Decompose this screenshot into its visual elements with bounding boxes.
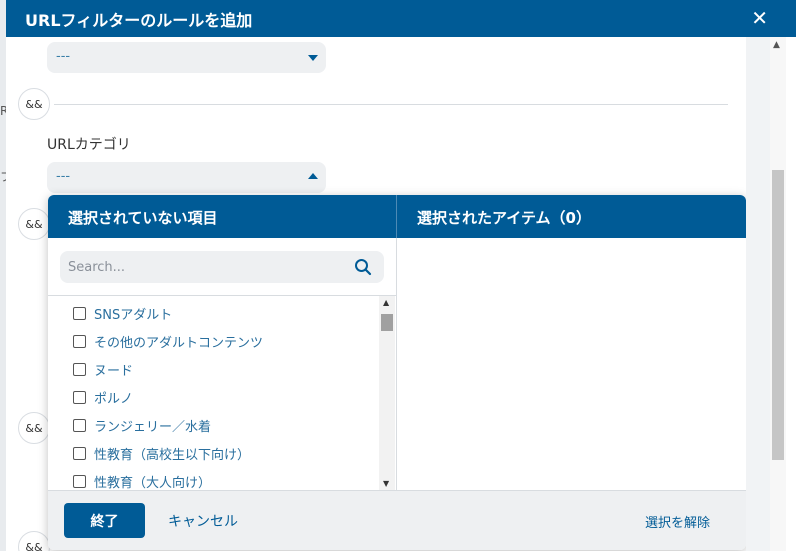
close-icon[interactable]: ✕	[751, 6, 768, 30]
scroll-thumb[interactable]	[772, 170, 784, 460]
list-item[interactable]: その他のアダルトコンテンツ	[73, 329, 263, 353]
picker-header: 選択されていない項目 選択されたアイテム（0）	[48, 195, 746, 238]
done-button[interactable]: 終了	[64, 503, 145, 538]
scroll-thumb[interactable]	[381, 314, 393, 331]
item-label: 性教育（高校生以下向け）	[94, 447, 251, 463]
scroll-up-arrow-icon[interactable]: ▲	[383, 298, 389, 307]
clear-selection-button[interactable]: 選択を解除	[645, 512, 710, 531]
chevron-up-icon	[308, 173, 318, 179]
list-item[interactable]: ランジェリー／水着	[73, 413, 211, 437]
item-checkbox[interactable]	[73, 362, 86, 376]
chevron-down-icon	[308, 55, 318, 61]
item-label: 性教育（大人向け）	[94, 475, 212, 491]
and-operator-badge: &&	[18, 208, 50, 240]
column-divider	[396, 238, 397, 490]
and-operator-badge: &&	[18, 88, 50, 120]
search-input[interactable]	[60, 251, 350, 283]
add-url-filter-rule-dialog: URLフィルターのルールを追加 ✕ --- && URLカテゴリ --- && …	[6, 0, 796, 551]
dialog-header: URLフィルターのルールを追加 ✕	[6, 0, 796, 37]
side-gutter	[746, 37, 770, 551]
item-checkbox[interactable]	[73, 418, 86, 432]
list-item[interactable]: SNSアダルト	[73, 301, 172, 325]
list-item[interactable]: 性教育（高校生以下向け）	[73, 441, 250, 465]
unselected-items-header: 選択されていない項目	[68, 209, 218, 227]
item-label: ランジェリー／水着	[94, 419, 212, 435]
url-category-select-value: ---	[56, 169, 71, 184]
condition-select-value: ---	[56, 49, 71, 64]
item-checkbox[interactable]	[73, 334, 86, 348]
list-item[interactable]: ポルノ	[73, 385, 133, 409]
item-checkbox[interactable]	[73, 446, 86, 460]
scroll-down-arrow-icon[interactable]: ▼	[383, 479, 389, 488]
url-category-select[interactable]: ---	[47, 162, 326, 193]
list-item[interactable]: ヌード	[73, 357, 133, 381]
rule-form: --- && URLカテゴリ --- && && && 選択されていない項目 選…	[6, 37, 746, 551]
item-label: ポルノ	[94, 391, 134, 407]
cancel-button[interactable]: キャンセル	[168, 511, 238, 531]
item-label: SNSアダルト	[94, 307, 173, 323]
unselected-items-list: SNSアダルト その他のアダルトコンテンツ ヌード ポルノ ランジェリー／水着 …	[48, 296, 379, 490]
url-category-label: URLカテゴリ	[47, 137, 131, 153]
item-checkbox[interactable]	[73, 306, 86, 320]
dialog-scrollbar[interactable]: ▲	[770, 37, 786, 551]
scroll-up-arrow-icon[interactable]: ▲	[773, 40, 780, 50]
item-checkbox[interactable]	[73, 390, 86, 404]
dialog-body: --- && URLカテゴリ --- && && && 選択されていない項目 選…	[6, 37, 796, 551]
list-item[interactable]: 性教育（大人向け）	[73, 469, 211, 490]
divider	[54, 104, 728, 105]
header-divider	[396, 195, 397, 238]
search-box	[60, 251, 384, 283]
and-operator-badge: &&	[18, 531, 50, 551]
and-operator-badge: &&	[18, 412, 50, 444]
category-picker-panel: 選択されていない項目 選択されたアイテム（0） SNS	[48, 195, 746, 550]
item-label: ヌード	[94, 363, 134, 379]
selected-items-header: 選択されたアイテム（0）	[417, 209, 591, 227]
condition-select[interactable]: ---	[47, 42, 326, 73]
dialog-title: URLフィルターのルールを追加	[25, 10, 253, 30]
picker-footer: 終了 キャンセル 選択を解除	[48, 490, 746, 550]
item-label: その他のアダルトコンテンツ	[94, 335, 264, 351]
list-scrollbar[interactable]: ▲ ▼	[379, 296, 395, 490]
search-icon[interactable]	[354, 258, 372, 276]
item-checkbox[interactable]	[73, 474, 86, 488]
